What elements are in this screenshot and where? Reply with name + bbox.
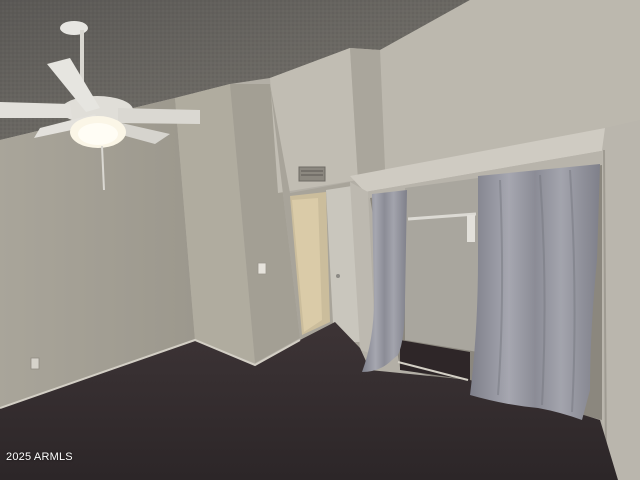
rod-bracket: [467, 215, 475, 242]
bedroom-photo: 2025 ARMLS: [0, 0, 640, 480]
closet-curtain-right: [470, 164, 600, 420]
door-knob-icon: [336, 274, 340, 278]
room-illustration: [0, 0, 640, 480]
watermark-text: 2025 ARMLS: [6, 451, 73, 463]
power-outlet-icon: [30, 357, 40, 370]
right-wall: [602, 120, 640, 480]
light-switch-icon: [257, 262, 267, 275]
air-vent-icon: [298, 166, 326, 182]
